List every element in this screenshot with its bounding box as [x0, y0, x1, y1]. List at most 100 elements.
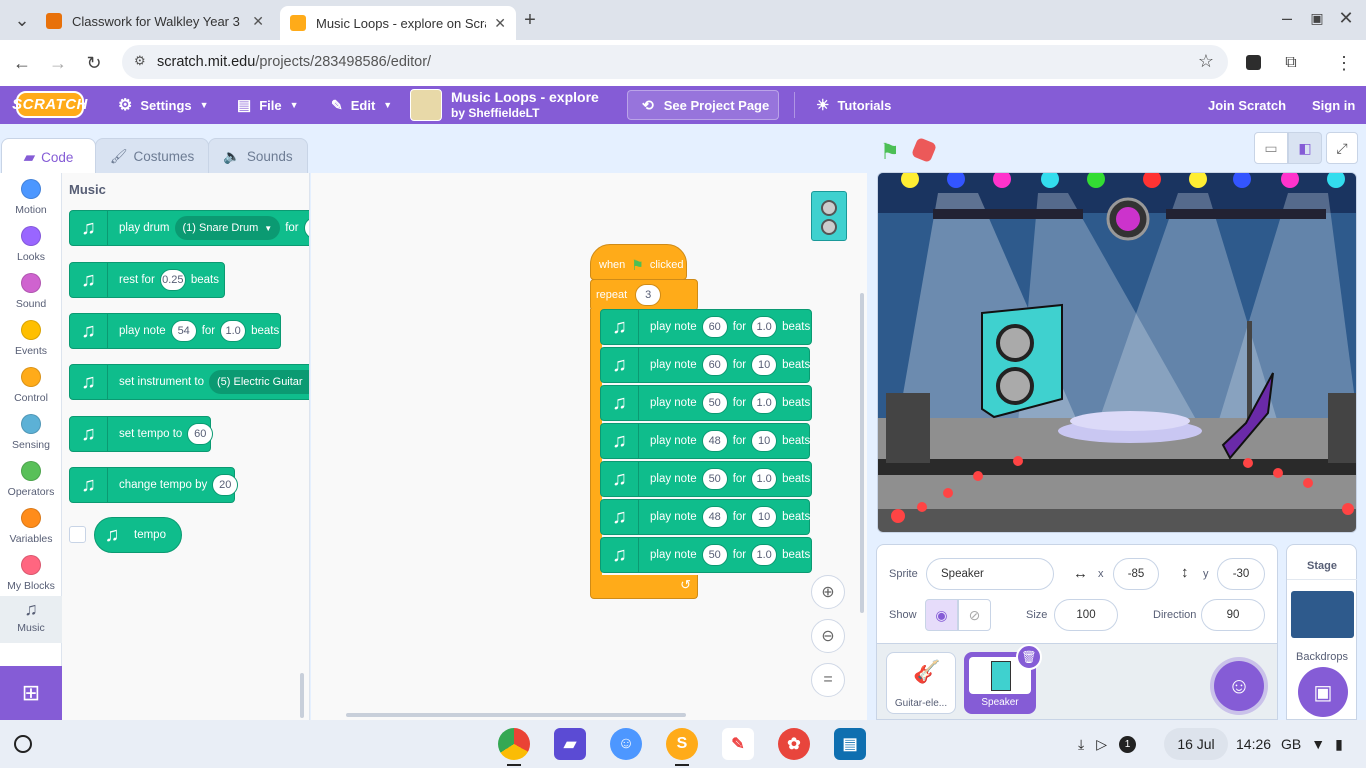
repeat-count-input[interactable]: 3 — [635, 284, 662, 306]
close-tab-icon[interactable]: ✕ — [252, 13, 264, 30]
back-icon[interactable]: ← — [10, 51, 34, 75]
new-tab-icon[interactable]: + — [518, 8, 542, 32]
drum-dropdown[interactable]: (1) Snare Drum ▼ — [174, 216, 281, 240]
category-looks[interactable]: Looks — [0, 220, 62, 267]
delete-sprite-button[interactable]: 🗑 — [1016, 644, 1042, 670]
size-field[interactable]: 100 — [1054, 599, 1118, 631]
note-input[interactable]: 54 — [170, 320, 197, 342]
note-beats-input[interactable]: 1.0 — [751, 316, 778, 338]
date-button[interactable]: 16 Jul — [1164, 728, 1228, 760]
note-beats-input[interactable]: 1.0 — [220, 320, 247, 342]
category-control[interactable]: Control — [0, 361, 62, 408]
tab-code[interactable]: ▰ Code — [1, 138, 96, 175]
sprite-name-field[interactable]: Speaker — [926, 558, 1054, 590]
paint-app-icon[interactable]: ✿ — [778, 728, 810, 760]
status-tray[interactable]: ⤓ ▷ 1 — [1078, 728, 1136, 760]
category-motion[interactable]: Motion — [0, 173, 62, 220]
note-beats-input[interactable]: 1.0 — [751, 544, 778, 566]
bookmark-star-icon[interactable]: ☆ — [1198, 51, 1214, 72]
rest-beats-input[interactable]: 0.25 — [159, 269, 186, 291]
note-input[interactable]: 60 — [701, 354, 728, 376]
maximize-icon[interactable]: ▣ — [1305, 6, 1329, 30]
project-title[interactable]: Music Loops - explore — [451, 89, 599, 105]
direction-field[interactable]: 90 — [1201, 599, 1265, 631]
reload-icon[interactable]: ↻ — [82, 51, 106, 75]
category-events[interactable]: Events — [0, 314, 62, 361]
clock-status-area[interactable]: 14:26 GB ▼ ▮ — [1236, 728, 1343, 760]
stop-button[interactable] — [910, 136, 938, 164]
choose-sprite-button[interactable]: ☺ — [1214, 661, 1264, 711]
clapperboard-app-icon[interactable]: ▰ — [554, 728, 586, 760]
script-play-note-block[interactable]: ♫ play note 50 for 1.0 beats — [600, 537, 812, 573]
category-operators[interactable]: Operators — [0, 455, 62, 502]
tempo-change-input[interactable]: 20 — [212, 474, 239, 496]
close-window-icon[interactable]: ✕ — [1334, 6, 1358, 30]
tempo-input[interactable]: 60 — [187, 423, 214, 445]
sign-in-button[interactable]: Sign in — [1312, 86, 1355, 124]
when-flag-clicked-block[interactable]: when ⚑ clicked — [590, 244, 687, 280]
tab-search-chevron-icon[interactable]: ⌄ — [10, 8, 34, 32]
note-input[interactable]: 60 — [701, 316, 728, 338]
scratch-cat-app-icon[interactable]: ☺ — [610, 728, 642, 760]
show-visible-button[interactable]: ◉ — [925, 599, 958, 631]
add-extension-button[interactable]: ⊞ — [0, 666, 62, 720]
note-beats-input[interactable]: 10 — [751, 354, 778, 376]
tempo-monitor-checkbox[interactable] — [69, 526, 86, 543]
x-position-field[interactable]: -85 — [1113, 558, 1159, 590]
note-beats-input[interactable]: 10 — [751, 506, 778, 528]
classroom-app-icon[interactable]: ▤ — [834, 728, 866, 760]
note-input[interactable]: 50 — [701, 544, 728, 566]
script-play-note-block[interactable]: ♫ play note 48 for 10 beats — [600, 423, 810, 459]
sprite-tile-guitar[interactable]: 🎸 Guitar-ele... — [886, 652, 956, 714]
settings-menu[interactable]: ⚙ Settings ▼ — [118, 86, 209, 124]
palette-scrollbar[interactable] — [300, 673, 304, 718]
note-input[interactable]: 48 — [701, 506, 728, 528]
script-horizontal-scrollbar[interactable] — [346, 713, 686, 717]
note-beats-input[interactable]: 1.0 — [751, 392, 778, 414]
note-input[interactable]: 50 — [701, 392, 728, 414]
script-play-note-block[interactable]: ♫ play note 60 for 10 beats — [600, 347, 810, 383]
join-scratch-button[interactable]: Join Scratch — [1208, 86, 1286, 124]
launcher-icon[interactable] — [14, 735, 32, 753]
notes-app-icon[interactable]: ✎ — [722, 728, 754, 760]
scratch-app-icon[interactable]: S — [666, 728, 698, 760]
url-field[interactable]: ⚙ scratch.mit.edu/projects/283498586/edi… — [122, 45, 1228, 79]
script-play-note-block[interactable]: ♫ play note 50 for 1.0 beats — [600, 385, 812, 421]
small-stage-button[interactable]: ▭ — [1254, 132, 1288, 164]
zoom-reset-button[interactable]: = — [811, 663, 845, 697]
category-variables[interactable]: Variables — [0, 502, 62, 549]
drum-beats-input[interactable]: 0 — [303, 217, 309, 239]
tab-costumes[interactable]: 🖌 Costumes — [95, 138, 209, 174]
fullscreen-button[interactable]: ⤢ — [1326, 132, 1358, 164]
stage-canvas[interactable] — [877, 172, 1357, 533]
forward-icon[interactable]: → — [46, 51, 70, 75]
instrument-dropdown[interactable]: (5) Electric Guitar ▼ — [209, 370, 309, 394]
category-sound[interactable]: Sound — [0, 267, 62, 314]
category-sensing[interactable]: Sensing — [0, 408, 62, 455]
script-play-note-block[interactable]: ♫ play note 60 for 1.0 beats — [600, 309, 812, 345]
block-rest-for[interactable]: ♫ rest for 0.25 beats — [69, 262, 225, 298]
green-flag-button[interactable]: ⚑ — [880, 139, 900, 165]
zoom-in-button[interactable]: ⊕ — [811, 575, 845, 609]
scratch-logo[interactable]: SCRATCH — [12, 91, 87, 118]
extensions-puzzle-icon[interactable]: ⧉ — [1279, 51, 1303, 75]
edit-menu[interactable]: ✎ Edit ▼ — [331, 86, 392, 124]
repeat-block[interactable]: repeat 3 — [590, 279, 698, 311]
block-play-note[interactable]: ♫ play note 54 for 1.0 beats — [69, 313, 281, 349]
block-set-tempo[interactable]: ♫ set tempo to 60 — [69, 416, 214, 452]
extension-icon[interactable] — [1246, 55, 1261, 70]
script-play-note-block[interactable]: ♫ play note 50 for 1.0 beats — [600, 461, 812, 497]
category-music[interactable]: ♫ Music — [0, 596, 62, 643]
script-vertical-scrollbar[interactable] — [860, 293, 864, 613]
tab-sounds[interactable]: 🔈 Sounds — [208, 138, 308, 174]
choose-backdrop-button[interactable]: ▣ — [1298, 667, 1348, 717]
script-play-note-block[interactable]: ♫ play note 48 for 10 beats — [600, 499, 810, 535]
tutorials-button[interactable]: ☀ Tutorials — [816, 86, 891, 124]
browser-tab-classwork[interactable]: Classwork for Walkley Year 3 (2 ✕ — [36, 6, 274, 36]
zoom-out-button[interactable]: ⊖ — [811, 619, 845, 653]
y-position-field[interactable]: -30 — [1217, 558, 1265, 590]
close-tab-icon[interactable]: ✕ — [494, 15, 506, 32]
show-hidden-button[interactable]: ⊘ — [958, 599, 991, 631]
minimize-icon[interactable]: – — [1275, 6, 1299, 30]
block-set-instrument[interactable]: ♫ set instrument to (5) Electric Guitar ▼ — [69, 364, 309, 400]
